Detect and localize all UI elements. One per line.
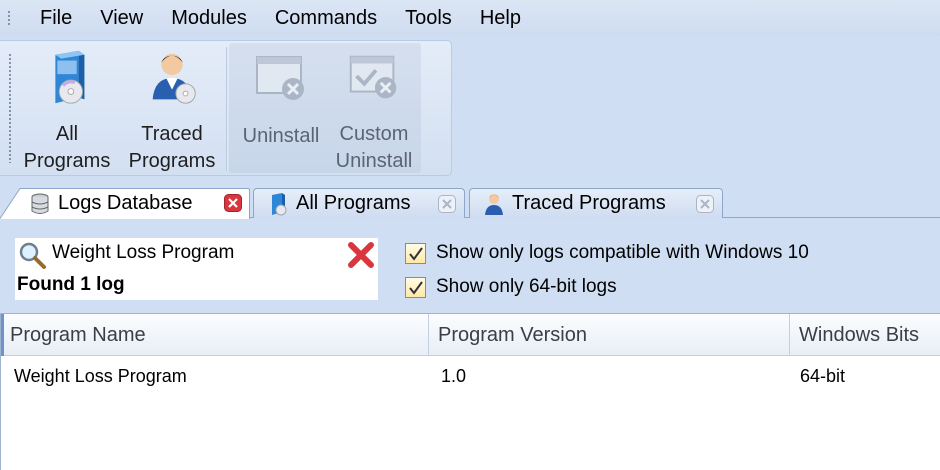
- tab-logs-database-label: Logs Database: [58, 192, 193, 214]
- column-windows-bits[interactable]: Windows Bits: [790, 314, 940, 356]
- close-tab-icon[interactable]: [224, 194, 242, 212]
- custom-uninstall-line1: Custom: [339, 123, 409, 145]
- traced-programs-line2: Programs: [128, 150, 216, 172]
- menu-commands[interactable]: Commands: [261, 3, 391, 33]
- bits64-filter[interactable]: Show only 64-bit logs: [405, 276, 617, 298]
- cell-program-name: Weight Loss Program: [14, 366, 187, 386]
- search-input[interactable]: Weight Loss Program: [52, 242, 234, 264]
- toolbar-separator: [226, 47, 228, 171]
- tab-all-programs[interactable]: All Programs: [253, 188, 465, 218]
- traced-programs-line1: Traced: [141, 123, 203, 145]
- menu-bar: File View Modules Commands Tools Help: [0, 0, 940, 36]
- software-box-icon: [272, 192, 287, 215]
- bits64-filter-label: Show only 64-bit logs: [436, 276, 617, 297]
- cell-program-version: 1.0: [441, 366, 467, 386]
- user-icon: [485, 193, 503, 215]
- tab-all-programs-label: All Programs: [296, 192, 411, 214]
- column-program-version[interactable]: Program Version: [429, 314, 790, 356]
- tab-logs-database[interactable]: Logs Database: [0, 188, 250, 219]
- all-programs-line1: All: [55, 123, 79, 145]
- tab-traced-programs-label: Traced Programs: [512, 192, 666, 214]
- database-icon: [31, 193, 49, 214]
- traced-programs-button[interactable]: Traced Programs: [124, 47, 220, 175]
- windows10-filter[interactable]: Show only logs compatible with Windows 1…: [405, 242, 809, 264]
- windows10-checkbox[interactable]: [405, 242, 426, 264]
- uninstall-label: Uninstall: [242, 125, 320, 147]
- all-programs-line2: Programs: [23, 150, 111, 172]
- menu-help[interactable]: Help: [466, 3, 535, 33]
- user-with-disc-icon: [152, 53, 196, 104]
- bits64-checkbox[interactable]: [405, 276, 426, 298]
- uninstall-button[interactable]: Uninstall: [236, 47, 326, 175]
- menu-file[interactable]: File: [26, 3, 86, 33]
- all-programs-button[interactable]: All Programs: [22, 47, 112, 175]
- menu-grip[interactable]: [7, 10, 11, 26]
- toolbar-grip[interactable]: [8, 53, 12, 163]
- custom-uninstall-line2: Uninstall: [335, 150, 413, 172]
- menu-tools[interactable]: Tools: [391, 3, 466, 33]
- software-box-icon: [55, 50, 85, 104]
- search-result-count: Found 1 log: [17, 274, 125, 295]
- custom-uninstall-button[interactable]: Custom Uninstall: [330, 47, 418, 175]
- custom-uninstall-icon: [349, 55, 397, 99]
- search-icon: [19, 242, 46, 269]
- table-header: Program Name Program Version Windows Bit…: [1, 314, 940, 356]
- checkmark-icon: [409, 280, 423, 295]
- clear-search-icon[interactable]: [346, 240, 376, 270]
- menu-view[interactable]: View: [86, 3, 157, 33]
- cell-windows-bits: 64-bit: [800, 366, 846, 386]
- uninstall-window-icon: [256, 56, 304, 100]
- menu-modules[interactable]: Modules: [157, 3, 261, 33]
- close-tab-icon[interactable]: [696, 195, 714, 213]
- close-tab-icon[interactable]: [438, 195, 456, 213]
- windows10-filter-label: Show only logs compatible with Windows 1…: [436, 242, 809, 263]
- search-box[interactable]: Weight Loss Program Found 1 log: [15, 238, 378, 300]
- toolbar: All Programs Traced Programs Uninstall C…: [0, 40, 452, 176]
- logs-table: Program Name Program Version Windows Bit…: [0, 313, 940, 470]
- tab-traced-programs[interactable]: Traced Programs: [469, 188, 723, 218]
- checkmark-icon: [409, 246, 423, 261]
- column-program-name[interactable]: Program Name: [1, 314, 429, 356]
